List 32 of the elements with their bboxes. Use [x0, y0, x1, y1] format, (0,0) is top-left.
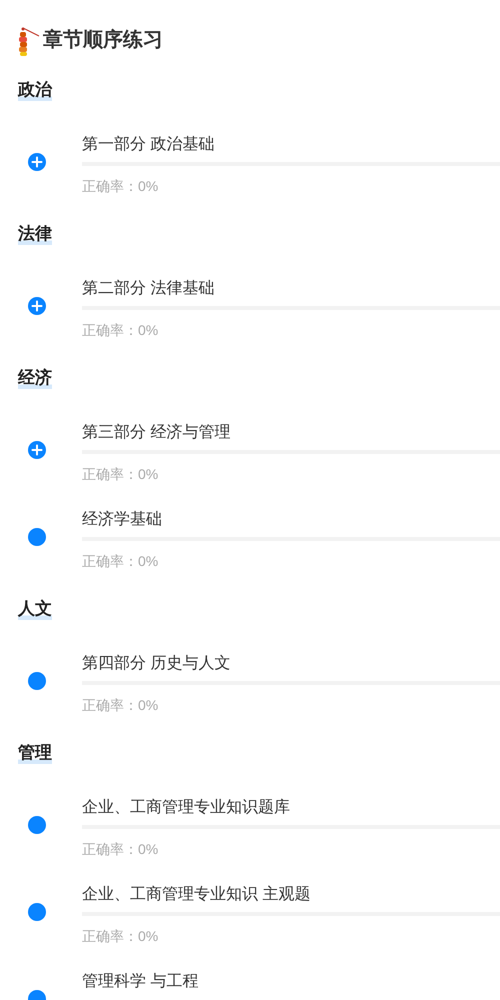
chapter-title: 第四部分 历史与人文 — [82, 654, 230, 674]
section-heading: 政治 — [18, 78, 52, 100]
chapter-item[interactable]: 企业、工商管理专业知识 主观题 正确率：0% — [0, 884, 500, 971]
plus-circle-icon[interactable] — [28, 297, 46, 315]
chapter-item[interactable]: 第四部分 历史与人文 正确率：0% — [0, 653, 500, 740]
chapter-item[interactable]: 经济学基础 正确率：0% — [0, 509, 500, 596]
accuracy-text: 正确率：0% — [82, 177, 158, 196]
section-heading: 人文 — [18, 598, 52, 620]
chapter-title: 企业、工商管理专业知识 主观题 — [82, 884, 310, 905]
page-title: 章节顺序练习 — [43, 28, 163, 53]
chapter-item[interactable]: 企业、工商管理专业知识题库 正确率：0% — [0, 797, 500, 884]
accuracy-text: 正确率：0% — [82, 696, 158, 715]
accuracy-text: 正确率：0% — [82, 465, 158, 484]
accuracy-text: 正确率：0% — [82, 840, 158, 859]
chapter-title: 企业、工商管理专业知识题库 — [82, 798, 290, 818]
section-heading: 经济 — [18, 366, 52, 388]
chapter-title: 经济学基础 — [82, 510, 162, 530]
chapter-title: 第一部分 政治基础 — [82, 134, 214, 155]
chapter-item[interactable]: 第三部分 经济与管理 正确率：0% — [0, 422, 500, 509]
section-heading: 管理 — [18, 742, 52, 764]
plus-circle-icon[interactable] — [28, 441, 46, 459]
chapter-item[interactable]: 第二部分 法律基础 正确率：0% — [0, 278, 500, 365]
plus-circle-icon[interactable] — [28, 153, 46, 171]
chapter-item[interactable]: 第一部分 政治基础 正确率：0% — [0, 134, 500, 221]
accuracy-text: 正确率：0% — [82, 552, 158, 571]
chapter-title: 第二部分 法律基础 — [82, 278, 214, 299]
accuracy-text: 正确率：0% — [82, 321, 158, 340]
chapter-item[interactable]: 管理科学 与工程 — [0, 971, 500, 1000]
chapter-title: 第三部分 经济与管理 — [82, 422, 230, 443]
accuracy-text: 正确率：0% — [82, 927, 158, 946]
section-heading: 法律 — [18, 222, 52, 244]
chapter-title: 管理科学 与工程 — [82, 972, 198, 992]
